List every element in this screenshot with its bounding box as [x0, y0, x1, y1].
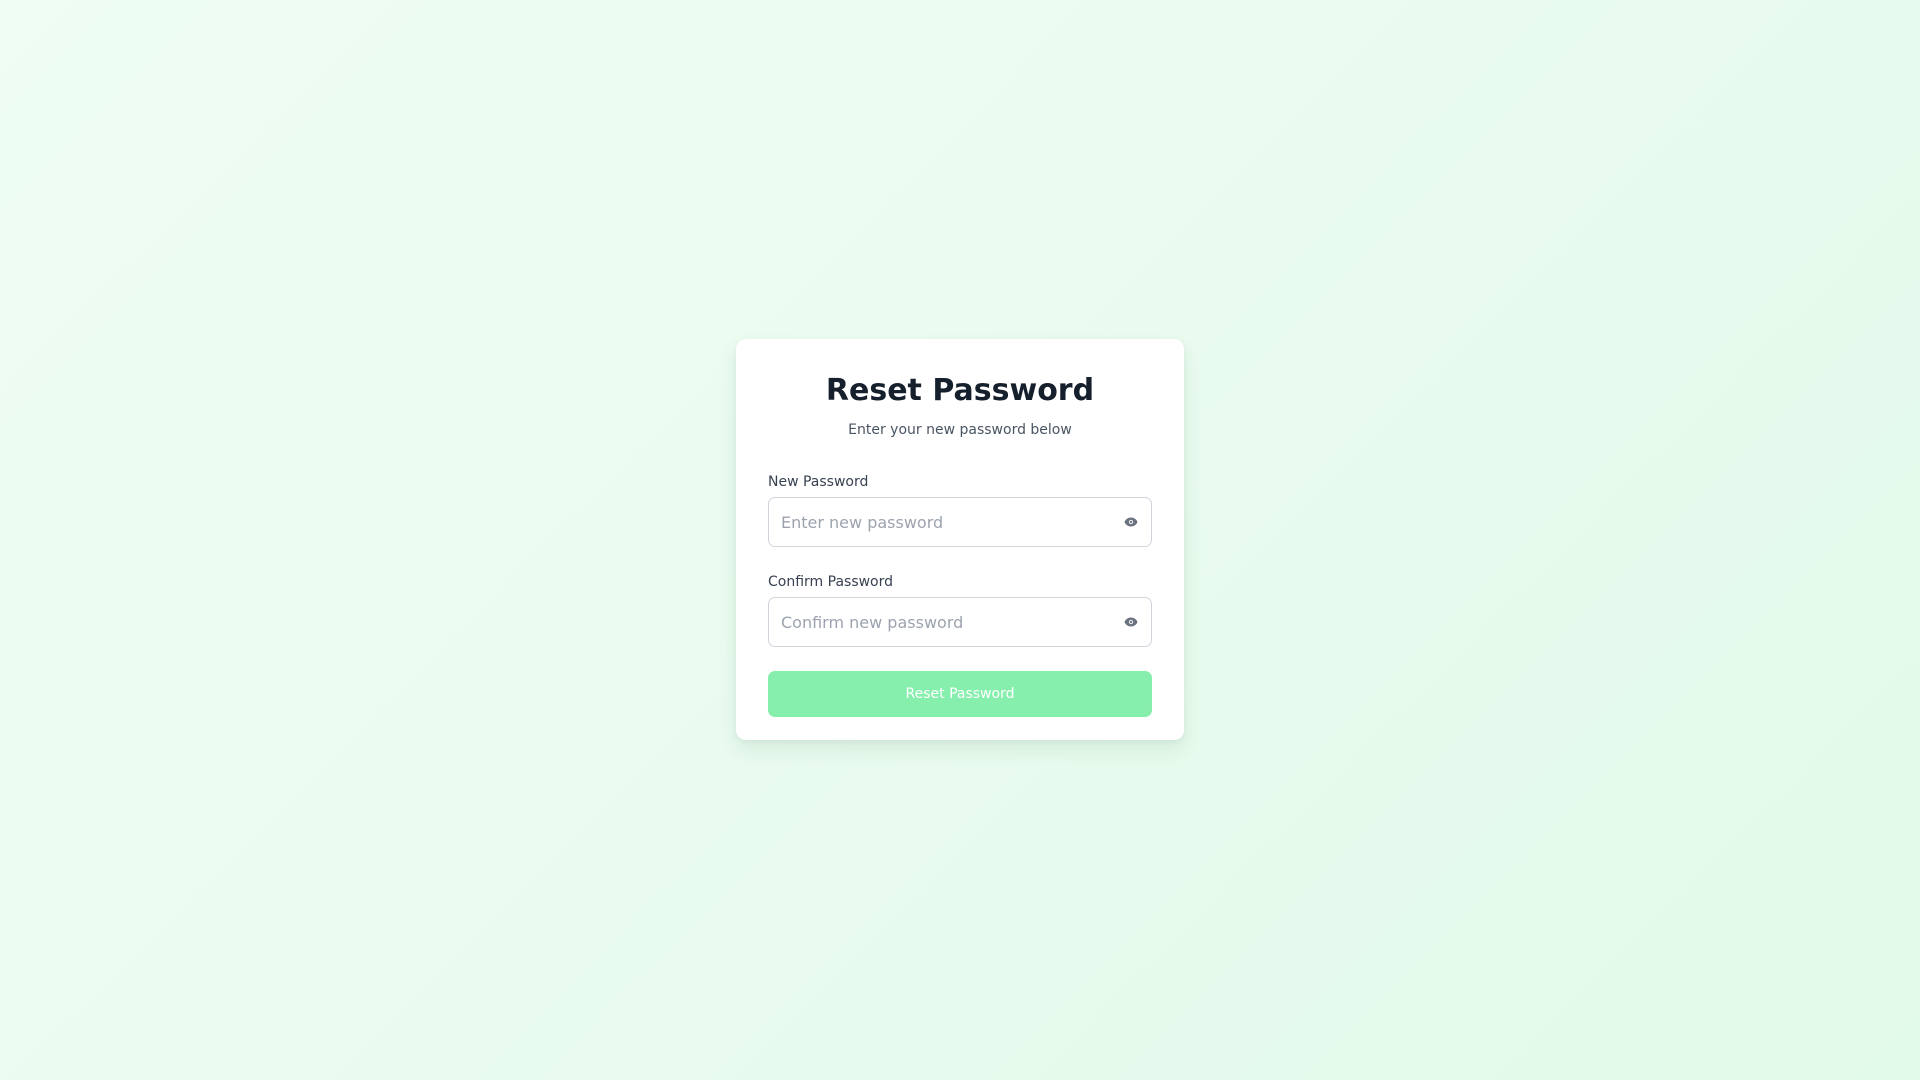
page-subtitle: Enter your new password below	[848, 422, 1072, 438]
page-title: Reset Password	[825, 373, 1095, 408]
eye-icon[interactable]	[1122, 514, 1140, 530]
new-password-field: New Password	[768, 473, 1152, 547]
reset-password-card: Reset Password Enter your new password b…	[736, 339, 1184, 740]
confirm-password-input-wrapper	[768, 597, 1152, 647]
confirm-password-field: Confirm Password	[768, 573, 1152, 647]
new-password-input-wrapper	[768, 497, 1152, 547]
confirm-password-input[interactable]	[768, 597, 1152, 647]
new-password-input[interactable]	[768, 497, 1152, 547]
eye-icon[interactable]	[1122, 614, 1140, 630]
new-password-label: New Password	[768, 474, 869, 490]
confirm-password-label: Confirm Password	[768, 574, 894, 590]
reset-password-button[interactable]: Reset Password	[768, 671, 1152, 717]
